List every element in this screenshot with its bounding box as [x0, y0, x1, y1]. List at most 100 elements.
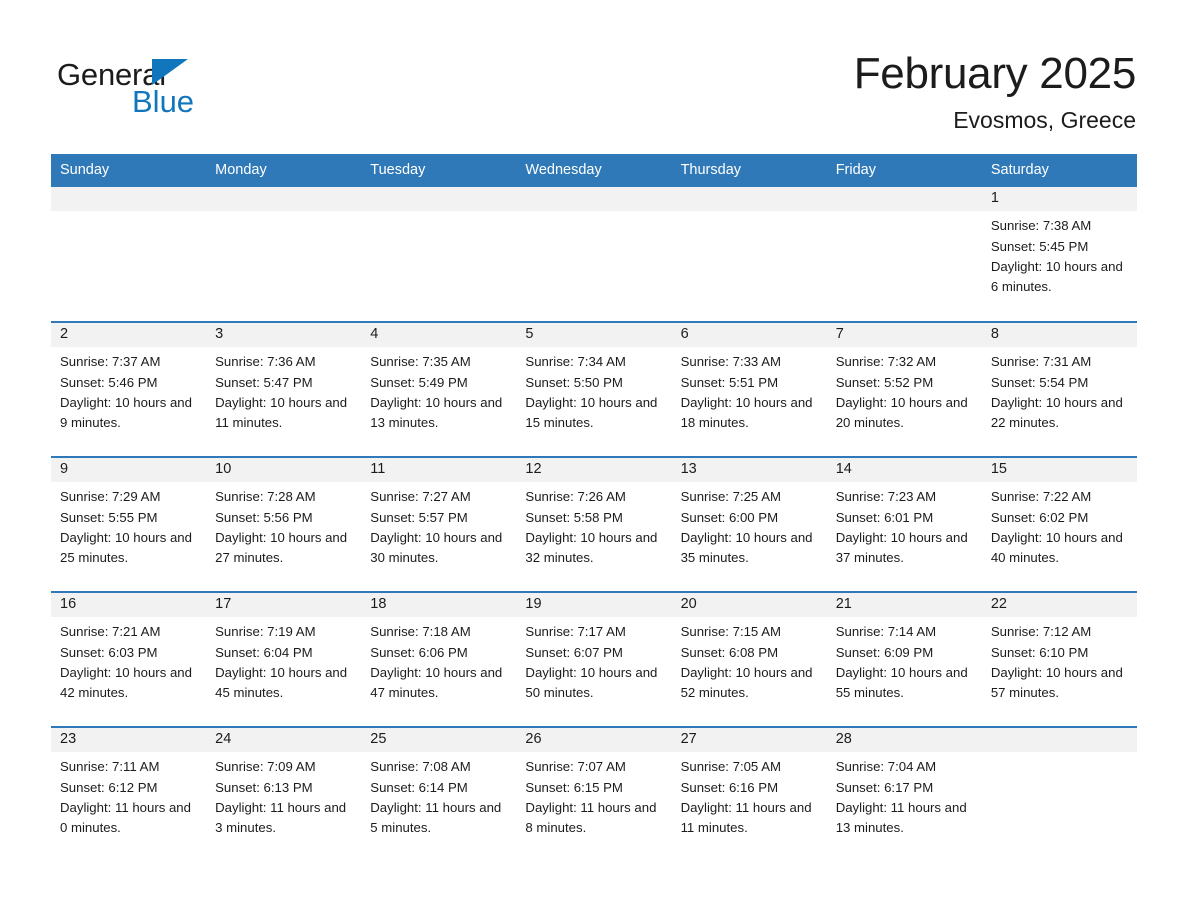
sunset-text: Sunset: 5:52 PM [835, 374, 934, 390]
day-number: 20 [671, 593, 827, 618]
calendar-day-cell[interactable]: 23 Sunrise: 7:11 AM Sunset: 6:12 PM Dayligh… [51, 726, 207, 863]
weekday-labels: Sunday Monday Tuesday Wednesday Thursday Frid… [51, 154, 1137, 188]
daylight-text: Daylight: 10 hours and 57 minutes. [990, 664, 1123, 700]
calendar-day-cell[interactable]: 8 Sunrise: 7:31 AM Sunset: 5:54 PM Daylight… [981, 321, 1137, 458]
sunrise-text: Sunrise: 7:26 AM [525, 489, 626, 505]
calendar-day-cell[interactable]: 25 Sunrise: 7:08 AM Sunset: 6:14 PM Dayligh… [361, 726, 517, 863]
day-number: 13 [671, 458, 827, 483]
sunrise-text: Sunrise: 7:29 AM [60, 489, 161, 505]
calendar-day-cell[interactable]: 10 Sunrise: 7:28 AM Sunset: 5:56 PM Dayligh… [206, 456, 362, 593]
calendar-day-cell[interactable]: 11 Sunrise: 7:27 AM Sunset: 5:57 PM Dayligh… [361, 456, 517, 593]
sunrise-text: Sunrise: 7:11 AM [60, 759, 160, 775]
day-number [981, 728, 1137, 753]
day-number: 10 [206, 458, 362, 483]
day-details: Sunrise: 7:26 AM Sunset: 5:58 PM Daylight:… [516, 482, 671, 567]
daylight-text: Daylight: 11 hours and 0 minutes. [60, 799, 191, 835]
daylight-text: Daylight: 10 hours and 6 minutes. [990, 258, 1123, 294]
calendar-day-cell[interactable]: 17 Sunrise: 7:19 AM Sunset: 6:04 PM Dayligh… [206, 591, 362, 728]
day-number: 28 [826, 728, 982, 753]
daylight-text: Daylight: 10 hours and 45 minutes. [215, 664, 348, 700]
day-details: Sunrise: 7:33 AM Sunset: 5:51 PM Daylight:… [672, 347, 827, 432]
sunset-text: Sunset: 6:07 PM [525, 644, 623, 660]
calendar-day-cell[interactable]: 15 Sunrise: 7:22 AM Sunset: 6:02 PM Dayligh… [981, 456, 1137, 593]
day-number [516, 187, 672, 212]
sunrise-text: Sunrise: 7:07 AM [525, 759, 626, 775]
weekday-header-monday: Monday [206, 154, 362, 188]
sunrise-text: Sunrise: 7:27 AM [370, 489, 471, 505]
daylight-text: Daylight: 11 hours and 11 minutes. [680, 799, 812, 835]
sunset-text: Sunset: 6:16 PM [680, 779, 779, 795]
sunset-text: Sunset: 5:56 PM [215, 509, 313, 525]
day-number [206, 187, 362, 212]
sunset-text: Sunset: 5:50 PM [525, 374, 623, 390]
day-details: Sunrise: 7:11 AM Sunset: 6:12 PM Daylight:… [51, 752, 206, 837]
daylight-text: Daylight: 10 hours and 20 minutes. [835, 394, 968, 430]
calendar-day-cell[interactable]: 20 Sunrise: 7:15 AM Sunset: 6:08 PM Dayligh… [671, 591, 827, 728]
day-details: Sunrise: 7:36 AM Sunset: 5:47 PM Daylight:… [206, 347, 361, 432]
weekday-header-tuesday: Tuesday [361, 154, 517, 188]
day-number: 12 [516, 458, 672, 483]
day-details: Sunrise: 7:12 AM Sunset: 6:10 PM Daylight:… [982, 617, 1137, 702]
daylight-text: Daylight: 10 hours and 52 minutes. [680, 664, 813, 700]
sunrise-text: Sunrise: 7:31 AM [990, 354, 1092, 370]
day-number: 22 [981, 593, 1137, 618]
calendar-day-cell[interactable]: 12 Sunrise: 7:26 AM Sunset: 5:58 PM Dayligh… [516, 456, 672, 593]
calendar-day-cell[interactable]: 27 Sunrise: 7:05 AM Sunset: 6:16 PM Dayligh… [671, 726, 827, 863]
daylight-text: Daylight: 10 hours and 13 minutes. [370, 394, 503, 430]
daylight-text: Daylight: 11 hours and 3 minutes. [215, 799, 347, 835]
day-number: 18 [361, 593, 517, 618]
calendar-day-cell-empty [206, 187, 362, 323]
sunrise-text: Sunrise: 7:23 AM [835, 489, 937, 505]
calendar-day-cell[interactable]: 24 Sunrise: 7:09 AM Sunset: 6:13 PM Dayligh… [206, 726, 362, 863]
day-details: Sunrise: 7:38 AM Sunset: 5:45 PM Daylight:… [982, 211, 1137, 296]
day-details: Sunrise: 7:05 AM Sunset: 6:16 PM Daylight:… [672, 752, 827, 837]
day-details: Sunrise: 7:35 AM Sunset: 5:49 PM Daylight:… [361, 347, 516, 432]
calendar-day-cell[interactable]: 22 Sunrise: 7:12 AM Sunset: 6:10 PM Dayligh… [981, 591, 1137, 728]
calendar-day-cell[interactable]: 19 Sunrise: 7:17 AM Sunset: 6:07 PM Dayligh… [516, 591, 672, 728]
day-number: 5 [516, 323, 672, 348]
sunset-text: Sunset: 6:01 PM [835, 509, 934, 525]
sunset-text: Sunset: 6:03 PM [60, 644, 158, 660]
day-number: 21 [826, 593, 982, 618]
page-header: General Blue February 2025 Evosmos, Gree… [0, 0, 1188, 132]
day-number [826, 187, 982, 212]
day-number: 2 [51, 323, 207, 348]
brand-word-blue: Blue [132, 84, 195, 119]
sunrise-text: Sunrise: 7:37 AM [60, 354, 161, 370]
day-number: 15 [981, 458, 1137, 483]
sunset-text: Sunset: 6:13 PM [215, 779, 313, 795]
sunset-text: Sunset: 6:12 PM [60, 779, 158, 795]
calendar-table: Sunday Monday Tuesday Wednesday Thursday Frid… [51, 154, 1137, 863]
calendar-day-cell[interactable]: 5 Sunrise: 7:34 AM Sunset: 5:50 PM Daylight… [516, 321, 672, 458]
calendar-day-cell[interactable]: 3 Sunrise: 7:36 AM Sunset: 5:47 PM Daylight… [206, 321, 362, 458]
calendar-day-cell[interactable]: 18 Sunrise: 7:18 AM Sunset: 6:06 PM Dayligh… [361, 591, 517, 728]
day-number [51, 187, 207, 212]
calendar-day-cell[interactable]: 9 Sunrise: 7:29 AM Sunset: 5:55 PM Daylight… [51, 456, 207, 593]
daylight-text: Daylight: 10 hours and 27 minutes. [215, 529, 348, 565]
location-subtitle: Evosmos, Greece [953, 107, 1136, 134]
calendar-day-cell[interactable]: 16 Sunrise: 7:21 AM Sunset: 6:03 PM Dayligh… [51, 591, 207, 728]
calendar-day-cell[interactable]: 4 Sunrise: 7:35 AM Sunset: 5:49 PM Daylight… [361, 321, 517, 458]
calendar-week-row: 23 Sunrise: 7:11 AM Sunset: 6:12 PM Dayligh… [51, 726, 1137, 863]
daylight-text: Daylight: 10 hours and 35 minutes. [680, 529, 813, 565]
calendar-day-cell[interactable]: 26 Sunrise: 7:07 AM Sunset: 6:15 PM Dayligh… [516, 726, 672, 863]
brand-triangle-icon [152, 59, 188, 85]
calendar-day-cell[interactable]: 2 Sunrise: 7:37 AM Sunset: 5:46 PM Daylight… [51, 321, 207, 458]
calendar-day-cell[interactable]: 14 Sunrise: 7:23 AM Sunset: 6:01 PM Dayligh… [826, 456, 982, 593]
day-number: 17 [206, 593, 362, 618]
day-number: 9 [51, 458, 207, 483]
day-number: 11 [361, 458, 517, 483]
daylight-text: Daylight: 10 hours and 32 minutes. [525, 529, 658, 565]
day-number: 7 [826, 323, 982, 348]
calendar-day-cell[interactable]: 1 Sunrise: 7:38 AM Sunset: 5:45 PM Daylight… [981, 187, 1137, 323]
sunrise-text: Sunrise: 7:05 AM [680, 759, 781, 775]
calendar-day-cell[interactable]: 28 Sunrise: 7:04 AM Sunset: 6:17 PM Dayligh… [826, 726, 982, 863]
day-number: 25 [361, 728, 517, 753]
calendar-day-cell[interactable]: 6 Sunrise: 7:33 AM Sunset: 5:51 PM Daylight… [671, 321, 827, 458]
brand-logo[interactable]: General Blue [57, 47, 277, 117]
calendar-day-cell[interactable]: 13 Sunrise: 7:25 AM Sunset: 6:00 PM Dayligh… [671, 456, 827, 593]
calendar-day-cell[interactable]: 21 Sunrise: 7:14 AM Sunset: 6:09 PM Dayligh… [826, 591, 982, 728]
daylight-text: Daylight: 10 hours and 18 minutes. [680, 394, 813, 430]
sunrise-text: Sunrise: 7:22 AM [990, 489, 1092, 505]
calendar-day-cell[interactable]: 7 Sunrise: 7:32 AM Sunset: 5:52 PM Daylight… [826, 321, 982, 458]
